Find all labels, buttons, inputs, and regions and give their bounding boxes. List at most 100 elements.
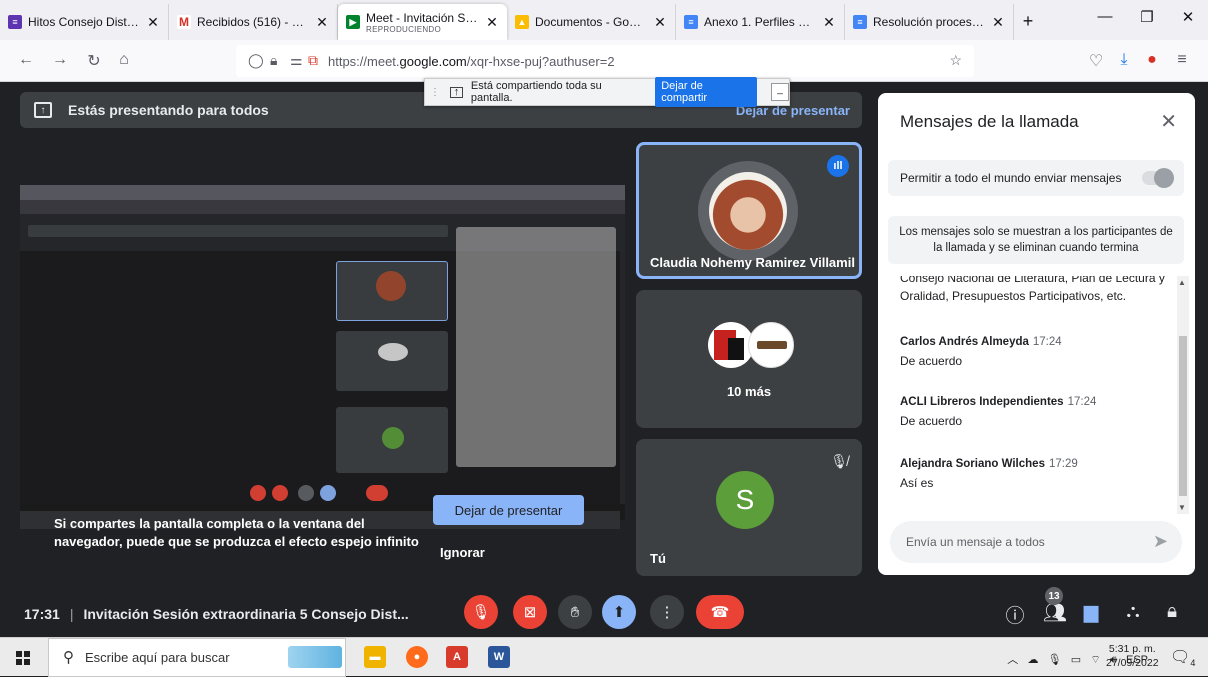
more-options-button[interactable]: ⋮ (650, 595, 684, 629)
scroll-up-icon[interactable]: ▲ (1178, 278, 1186, 287)
tab-title: Documentos - Google Dr (535, 15, 647, 29)
browser-tab-active[interactable]: ▶ Meet - Invitación Sesión E REPRODUCIEN… (338, 4, 507, 40)
download-icon[interactable]: ⤓ (1114, 51, 1134, 69)
extension-icon[interactable]: ● (1142, 51, 1162, 69)
docs-icon: ≡ (853, 15, 867, 29)
chat-message: Alejandra Soriano Wilches 17:29 Así es (900, 458, 1170, 490)
host-controls-icon[interactable]: 🔒︎ (1160, 601, 1184, 623)
browser-tab[interactable]: ▲ Documentos - Google Dr ✕ (507, 4, 676, 40)
stop-presenting-button[interactable]: Dejar de presentar (433, 495, 584, 525)
message-author: Alejandra Soriano Wilches (900, 458, 1045, 470)
menu-icon[interactable]: ≡ (1172, 51, 1192, 69)
browser-tab[interactable]: ≡ Anexo 1. Perfiles Conseje ✕ (676, 4, 845, 40)
participant-tile-speaker[interactable]: ıll Claudia Nohemy Ramirez Villamil (636, 142, 862, 279)
scrollbar-thumb[interactable] (1179, 336, 1187, 496)
send-icon[interactable]: ➤ (1153, 531, 1168, 552)
close-tab-icon[interactable]: ✕ (822, 14, 836, 31)
back-icon[interactable]: ← (16, 51, 36, 69)
close-tab-icon[interactable]: ✕ (315, 14, 329, 31)
activities-icon[interactable]: ⛬ (1121, 601, 1145, 623)
notification-count: 4 (1190, 658, 1196, 669)
mirror-control (366, 485, 388, 501)
close-icon[interactable]: ✕ (1160, 109, 1177, 134)
tab-title: Resolución proceso elect (873, 15, 985, 29)
firefox-icon[interactable]: ● (406, 646, 428, 668)
url-text[interactable]: https://meet.google.com/xqr-hxse-puj?aut… (328, 54, 615, 69)
message-text: De acuerdo (900, 414, 963, 428)
notifications-icon[interactable]: 🗨︎4 (1170, 647, 1195, 668)
screen-share-bar: ⋮ ↑ Está compartiendo toda su pantalla. … (424, 77, 790, 107)
file-explorer-icon[interactable]: ▬ (364, 646, 386, 668)
browser-tab[interactable]: ≡ Hitos Consejo Distrital de ✕ (0, 4, 169, 40)
mirror-control (298, 485, 314, 501)
shield-icon[interactable]: ◯ (248, 52, 264, 69)
hide-bar-button[interactable]: _ (771, 83, 789, 101)
chat-panel: Mensajes de la llamada ✕ Permitir a todo… (878, 93, 1195, 575)
chat-message: Carlos Andrés Almeyda 17:24 De acuerdo (900, 336, 1170, 368)
meeting-details-icon[interactable]: ⓘ (1003, 601, 1027, 628)
audio-level-icon: ıll (827, 155, 849, 177)
allow-messages-setting: Permitir a todo el mundo enviar mensajes (888, 160, 1184, 196)
participant-name: Tú (650, 551, 666, 566)
reload-icon[interactable]: ↻ (84, 51, 104, 71)
ignore-button[interactable]: Ignorar (440, 545, 485, 560)
windows-start-icon[interactable] (16, 651, 30, 665)
window-close-icon[interactable]: ✕ (1168, 8, 1208, 26)
raise-hand-button[interactable]: ✋︎ (558, 595, 592, 629)
close-tab-icon[interactable]: ✕ (146, 14, 160, 31)
mic-in-use-icon[interactable]: 🎙︎ (1048, 654, 1062, 666)
presenting-text: Estás presentando para todos (68, 102, 269, 118)
allow-messages-toggle[interactable] (1142, 168, 1174, 188)
onedrive-icon[interactable]: ☁︎ (1027, 654, 1038, 666)
screen-share-indicator-icon[interactable]: ⧉ (308, 52, 318, 69)
bookmark-star-icon[interactable]: ☆ (949, 52, 962, 69)
hand-icon: ✋︎ (570, 603, 580, 621)
new-tab-button[interactable]: + (1014, 11, 1042, 32)
home-icon[interactable]: ⌂ (114, 51, 134, 69)
lock-icon[interactable]: 🔒︎ (270, 52, 277, 69)
present-icon: ⬆ (612, 604, 626, 621)
chat-icon[interactable]: ▆ (1079, 601, 1103, 624)
browser-tab[interactable]: M Recibidos (516) - secretar ✕ (169, 4, 338, 40)
camera-off-icon: ⊠ (523, 604, 537, 621)
permissions-icon[interactable]: ⚌ (290, 52, 303, 69)
tray-chevron-icon[interactable]: ︿ (1007, 654, 1018, 666)
pocket-icon[interactable]: ♡ (1086, 51, 1106, 71)
stop-sharing-button[interactable]: Dejar de compartir (655, 77, 758, 107)
word-icon[interactable]: W (488, 646, 510, 668)
battery-icon[interactable]: ▭ (1071, 654, 1081, 666)
tab-title: Recibidos (516) - secretar (197, 15, 309, 29)
mic-off-button[interactable]: 🎙︎ (464, 595, 498, 629)
close-tab-icon[interactable]: ✕ (653, 14, 667, 31)
message-scrollbar[interactable]: ▲ ▼ (1177, 276, 1189, 514)
participant-tile-more[interactable]: 10 más (636, 290, 862, 428)
browser-tab[interactable]: ≡ Resolución proceso elect ✕ (845, 4, 1014, 40)
scroll-down-icon[interactable]: ▼ (1178, 503, 1186, 512)
screen-mirror-preview (20, 185, 625, 520)
minimize-icon[interactable]: — (1085, 8, 1125, 25)
weather-widget-icon[interactable] (288, 646, 342, 668)
forward-icon[interactable]: → (50, 51, 70, 69)
chat-message: ACLI Libreros Independientes 17:24 De acu… (900, 396, 1170, 428)
wifi-icon[interactable]: ⌔ (1090, 654, 1100, 666)
chat-message-input[interactable]: Envía un mensaje a todos ➤ (890, 521, 1182, 563)
meeting-title: Invitación Sesión extraordinaria 5 Conse… (83, 606, 409, 622)
taskbar-clock[interactable]: 5:31 p. m. 27/09/2022 (1106, 642, 1159, 670)
message-author: Carlos Andrés Almeyda (900, 336, 1029, 348)
message-time: 17:29 (1048, 458, 1078, 470)
drag-handle-icon[interactable]: ⋮ (430, 87, 440, 98)
address-bar[interactable]: ◯ 🔒︎ ⚌ ⧉ https://meet.google.com/xqr-hxs… (236, 45, 974, 77)
present-icon: ↑ (34, 102, 52, 118)
meeting-info: 17:31 | Invitación Sesión extraordinaria 5… (24, 606, 409, 622)
close-tab-icon[interactable]: ✕ (991, 14, 1005, 31)
mirror-control (320, 485, 336, 501)
close-tab-icon[interactable]: ✕ (485, 14, 499, 31)
present-button[interactable]: ⬆ (602, 595, 636, 629)
camera-off-button[interactable]: ⊠ (513, 595, 547, 629)
leave-call-button[interactable]: ☎︎ (696, 595, 744, 629)
restore-icon[interactable]: ❐ (1127, 8, 1167, 26)
hang-up-icon: ☎︎ (710, 604, 730, 621)
participant-tile-self[interactable]: 🎙︎̸ S Tú (636, 439, 862, 576)
acrobat-icon[interactable]: A (446, 646, 468, 668)
message-list[interactable]: Consejo Nacional de Literatura, Plan de … (878, 276, 1195, 514)
